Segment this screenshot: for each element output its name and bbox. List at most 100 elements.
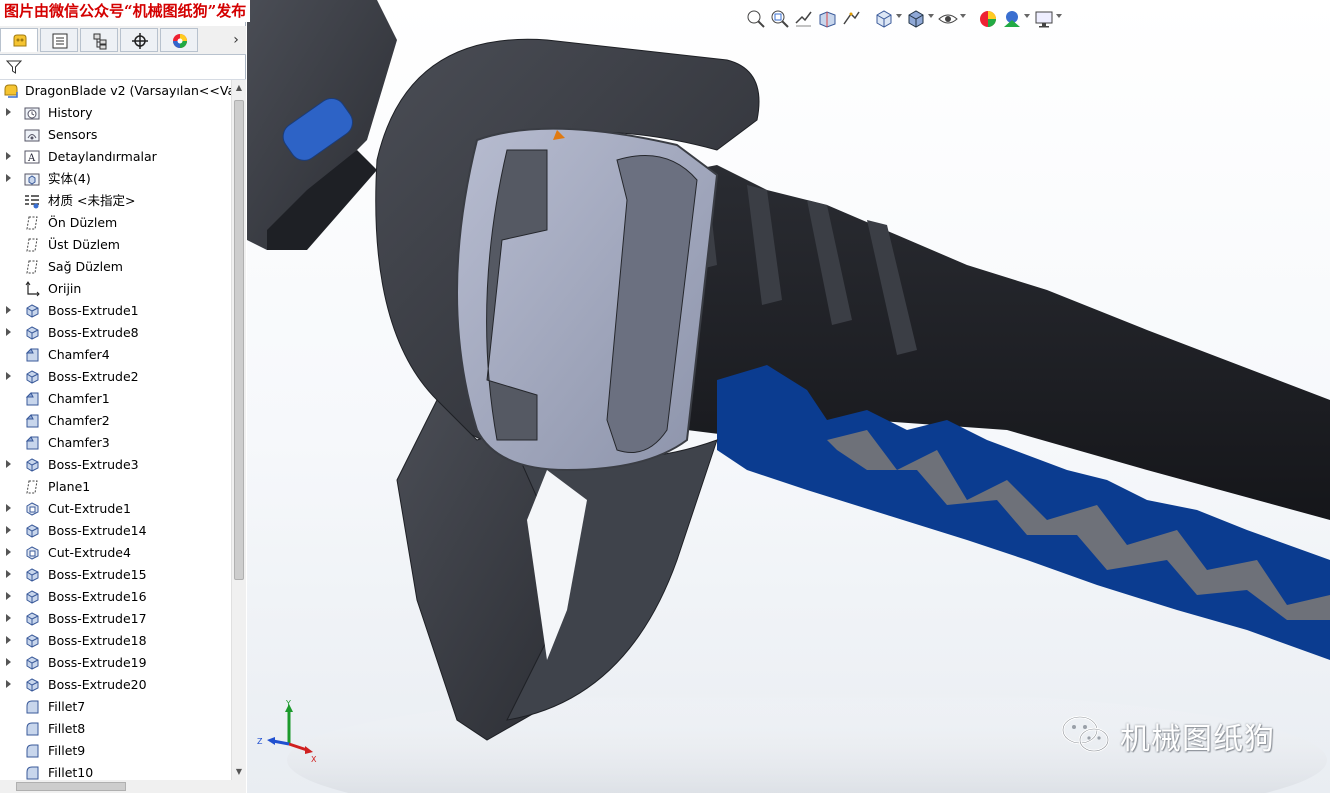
expand-arrow-icon[interactable]: [6, 526, 11, 534]
tree-item[interactable]: Boss-Extrude14: [0, 520, 232, 542]
chevron-right-icon[interactable]: ›: [228, 30, 244, 50]
tree-item[interactable]: Plane1: [0, 476, 232, 498]
expand-arrow-icon[interactable]: [6, 592, 11, 600]
tree-item[interactable]: Boss-Extrude15: [0, 564, 232, 586]
edit-appearance-button[interactable]: [977, 8, 999, 30]
tree-item[interactable]: 实体(4): [0, 168, 232, 190]
tree-item-label: Boss-Extrude8: [48, 325, 139, 340]
display-manager-tab[interactable]: [160, 28, 198, 52]
tree-item[interactable]: 材质 <未指定>: [0, 190, 232, 212]
tree-item[interactable]: Boss-Extrude20: [0, 674, 232, 696]
plane-icon: [24, 237, 40, 253]
tree-root-part[interactable]: DragonBlade v2 (Varsayılan<<Varsayılan>_…: [0, 80, 232, 102]
tree-item[interactable]: Cut-Extrude1: [0, 498, 232, 520]
tree-item[interactable]: Üst Düzlem: [0, 234, 232, 256]
material-icon: [24, 193, 40, 209]
tree-item[interactable]: Boss-Extrude18: [0, 630, 232, 652]
tree-vertical-scrollbar[interactable]: ▲ ▼: [231, 80, 246, 780]
expand-arrow-icon[interactable]: [6, 614, 11, 622]
expand-arrow-icon[interactable]: [6, 658, 11, 666]
tree-item[interactable]: Fillet10: [0, 762, 232, 780]
dynamic-annotation-icon: [843, 11, 860, 25]
tree-item[interactable]: Boss-Extrude2: [0, 366, 232, 388]
expand-arrow-icon[interactable]: [6, 460, 11, 468]
solid-bodies-icon: [24, 171, 40, 187]
tree-item[interactable]: Chamfer4: [0, 344, 232, 366]
expand-arrow-icon[interactable]: [6, 152, 11, 160]
expand-arrow-icon[interactable]: [6, 174, 11, 182]
previous-view-button[interactable]: [793, 8, 815, 30]
tree-item[interactable]: Fillet7: [0, 696, 232, 718]
expand-arrow-icon[interactable]: [6, 328, 11, 336]
3d-model-view[interactable]: [247, 0, 1330, 793]
section-view-button[interactable]: [817, 8, 839, 30]
tree-item[interactable]: Boss-Extrude8: [0, 322, 232, 344]
tree-item-label: Cut-Extrude4: [48, 545, 131, 560]
tree-item-label: Üst Düzlem: [48, 237, 120, 252]
tree-item[interactable]: Boss-Extrude19: [0, 652, 232, 674]
configuration-manager-tab[interactable]: [80, 28, 118, 52]
extrude-icon: [24, 677, 40, 693]
filter-icon[interactable]: [6, 59, 22, 75]
tree-item-label: Ön Düzlem: [48, 215, 118, 230]
dropdown-caret-icon[interactable]: [1056, 14, 1062, 18]
display-style-button[interactable]: [905, 8, 927, 30]
tree-item[interactable]: A Detaylandırmalar: [0, 146, 232, 168]
dropdown-caret-icon[interactable]: [1024, 14, 1030, 18]
hide-show-items-button[interactable]: [937, 8, 959, 30]
tree-item[interactable]: Cut-Extrude4: [0, 542, 232, 564]
tree-item[interactable]: Orijin: [0, 278, 232, 300]
dropdown-caret-icon[interactable]: [928, 14, 934, 18]
expand-arrow-icon[interactable]: [6, 504, 11, 512]
scroll-up-icon[interactable]: ▲: [232, 80, 246, 96]
tree-item[interactable]: Fillet8: [0, 718, 232, 740]
tree-filter-bar: [0, 55, 246, 80]
expand-arrow-icon[interactable]: [6, 306, 11, 314]
horizontal-scroll-thumb[interactable]: [16, 782, 126, 791]
part-icon: [3, 83, 19, 99]
extrude-icon: [24, 369, 40, 385]
expand-arrow-icon[interactable]: [6, 108, 11, 116]
dropdown-caret-icon[interactable]: [896, 14, 902, 18]
view-settings-button[interactable]: [1033, 8, 1055, 30]
expand-arrow-icon[interactable]: [6, 570, 11, 578]
tree-horizontal-scrollbar[interactable]: [0, 780, 246, 793]
coordinate-triad: Y X Z: [257, 700, 317, 764]
graphics-area[interactable]: Y X Z 机械图纸狗: [247, 0, 1330, 793]
dimxpert-manager-tab[interactable]: [120, 28, 158, 52]
tree-item[interactable]: Chamfer2: [0, 410, 232, 432]
apply-scene-button[interactable]: [1001, 8, 1023, 30]
dynamic-annotation-button[interactable]: [841, 8, 863, 30]
feature-manager-tab[interactable]: [0, 28, 38, 52]
tree-item[interactable]: Sağ Düzlem: [0, 256, 232, 278]
hide-show-icon: [938, 14, 958, 24]
scroll-down-icon[interactable]: ▼: [232, 764, 246, 780]
scroll-thumb[interactable]: [234, 100, 244, 580]
tree-item[interactable]: History: [0, 102, 232, 124]
tree-item[interactable]: Chamfer1: [0, 388, 232, 410]
history-folder-icon: [24, 105, 40, 121]
chamfer-icon: [24, 347, 40, 363]
expand-arrow-icon[interactable]: [6, 636, 11, 644]
tree-item[interactable]: Chamfer3: [0, 432, 232, 454]
tree-item[interactable]: Boss-Extrude17: [0, 608, 232, 630]
tree-item-label: Chamfer1: [48, 391, 110, 406]
property-manager-tab[interactable]: [40, 28, 78, 52]
tree-item-label: Fillet7: [48, 699, 86, 714]
tree-item[interactable]: Fillet9: [0, 740, 232, 762]
view-orientation-button[interactable]: [873, 8, 895, 30]
tree-item-label: Chamfer3: [48, 435, 110, 450]
zoom-to-area-button[interactable]: [769, 8, 791, 30]
dropdown-caret-icon[interactable]: [960, 14, 966, 18]
feature-manager-icon: [13, 34, 27, 47]
tree-item[interactable]: Sensors: [0, 124, 232, 146]
expand-arrow-icon[interactable]: [6, 548, 11, 556]
expand-arrow-icon[interactable]: [6, 372, 11, 380]
expand-arrow-icon[interactable]: [6, 680, 11, 688]
tree-item[interactable]: Boss-Extrude1: [0, 300, 232, 322]
feature-tree: DragonBlade v2 (Varsayılan<<Varsayılan>_…: [0, 80, 232, 780]
zoom-to-fit-button[interactable]: [745, 8, 767, 30]
tree-item[interactable]: Boss-Extrude16: [0, 586, 232, 608]
tree-item[interactable]: Boss-Extrude3: [0, 454, 232, 476]
tree-item[interactable]: Ön Düzlem: [0, 212, 232, 234]
